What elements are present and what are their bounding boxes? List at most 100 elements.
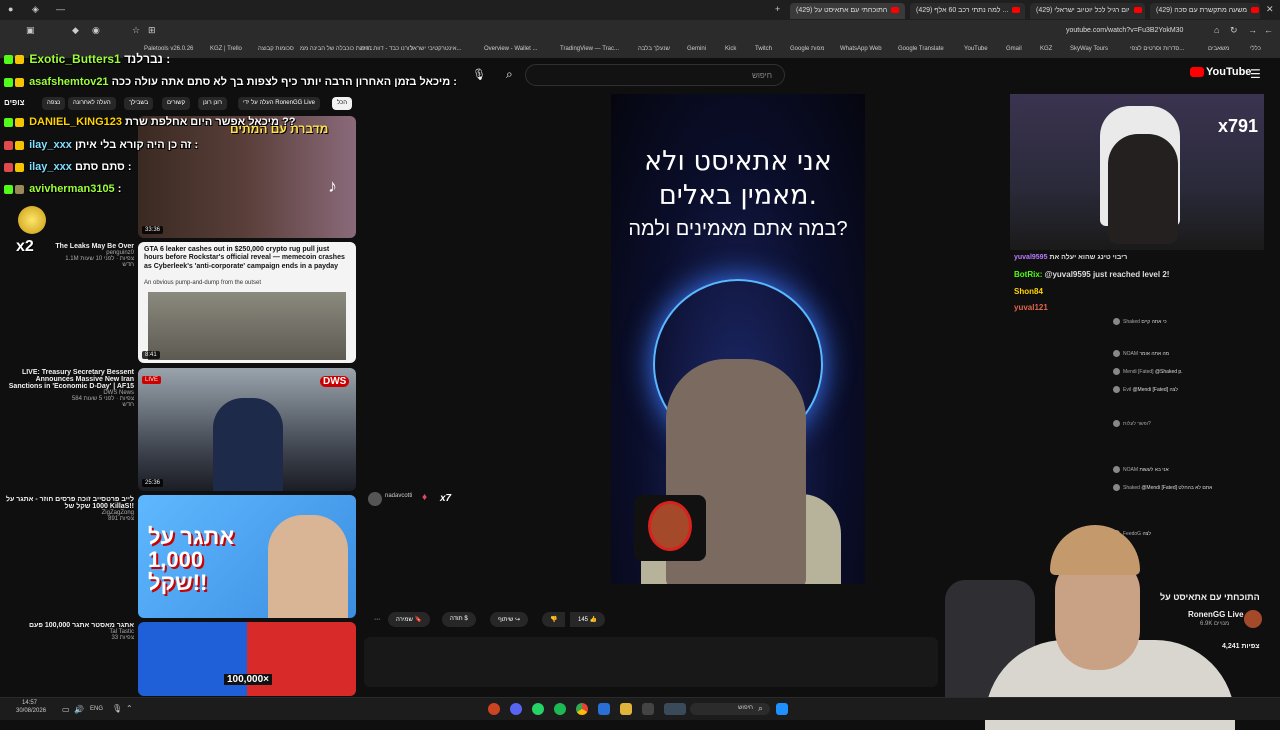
windows-start-icon[interactable] <box>776 703 788 715</box>
overlay-chat-line: avivherman3105 : <box>4 183 121 195</box>
bookmark[interactable]: Gemini <box>687 46 706 52</box>
share-button[interactable]: שיתוף ↪ <box>490 612 528 627</box>
bookmark[interactable]: TradingView — Trac... <box>560 46 619 52</box>
file-explorer-icon[interactable] <box>620 703 632 715</box>
chat-username: yuval9595 <box>1014 254 1048 261</box>
tab-1[interactable]: (429) התוכחתי עם אתאיסט על <box>790 3 905 19</box>
back-icon[interactable]: ← <box>1264 25 1273 35</box>
star-icon[interactable]: ☆ <box>132 25 140 36</box>
more-actions-icon[interactable]: ⋯ <box>366 612 388 627</box>
avatar <box>1113 386 1120 393</box>
recommended-thumbnail-2[interactable]: GTA 6 leaker cashes out in $250,000 cryp… <box>138 242 356 363</box>
extension-icon[interactable]: ▣ <box>26 25 35 36</box>
recommended-thumbnail-5[interactable]: 100,000× <box>138 622 356 696</box>
browser-settings-icon[interactable]: ◈ <box>32 4 39 15</box>
extension-icon[interactable]: ◉ <box>92 25 100 36</box>
bookmark[interactable]: Gmail <box>1006 46 1022 52</box>
recommended-thumbnail-3[interactable]: LIVE DWS 25:36 <box>138 368 356 491</box>
channel-avatar[interactable] <box>1244 610 1262 628</box>
chat-username: NOAM <box>1123 350 1138 357</box>
recommended-meta-4[interactable]: לייב פרטסייב זוכה פרסים חוזר - אתגר על 1… <box>2 496 134 522</box>
youtube-logo[interactable]: YouTube <box>1190 66 1251 78</box>
kick-chat-line: Shon84 <box>1014 287 1043 296</box>
bookmark[interactable]: משאבים <box>1208 46 1229 52</box>
app-icon[interactable] <box>642 703 654 715</box>
bookmark[interactable]: Google מפות <box>790 46 825 52</box>
bookmark[interactable]: KGZ | Trello <box>210 46 242 52</box>
thanks-icon: $ <box>464 616 468 622</box>
new-tab-button[interactable]: + <box>775 4 780 14</box>
app-icon[interactable] <box>598 703 610 715</box>
description-box[interactable] <box>364 637 938 687</box>
chip-recent[interactable]: העלה לאחרונה <box>68 97 116 110</box>
bookmark[interactable]: שנעלך בלבה <box>638 46 670 52</box>
chip-ronen[interactable]: רונן רונן <box>198 97 227 110</box>
youtube-icon <box>1133 7 1142 14</box>
tab-3[interactable]: (429) יום רגיל לכל יוטיוב ישראלי <box>1030 3 1145 19</box>
recommended-thumbnail-4[interactable]: אתגר על 1,000 שקל!! <box>138 495 356 618</box>
discord-icon[interactable] <box>510 703 522 715</box>
streamer-webcam: x791 <box>1010 94 1264 250</box>
tab-4[interactable]: (429) משעה מתקשרת עם סכה <box>1150 3 1260 19</box>
bookmark[interactable]: דורנו כבד - דווח דוייה <box>360 46 413 52</box>
extensions-icon[interactable]: ⊞ <box>148 25 156 36</box>
bookmark[interactable]: סכומות קבוצה <box>258 46 294 52</box>
microphone-icon[interactable]: 🎙 <box>112 704 122 713</box>
sub-badge-icon <box>15 140 24 150</box>
spotify-icon[interactable] <box>554 703 566 715</box>
bookmark[interactable]: כללי <box>1250 46 1261 52</box>
extension-icon[interactable]: ◆ <box>72 25 79 36</box>
search-input[interactable]: חיפוש <box>525 64 785 86</box>
channel-name[interactable]: RonenGG Live <box>1188 610 1244 619</box>
notification-icon[interactable]: ▭ <box>62 705 70 714</box>
chip-for-you[interactable]: בשבילך <box>124 97 154 110</box>
whatsapp-icon[interactable] <box>532 703 544 715</box>
bookmark[interactable]: SkyWay Tours <box>1070 46 1108 52</box>
recommended-thumbnail-1[interactable]: מדברת עם המתים ♪ 33:36 <box>138 116 356 238</box>
recommended-meta-5[interactable]: אתגר מאסטר אתגר 100,000 פעם Tal Tastic 3… <box>2 622 134 641</box>
chip-watched[interactable]: נצפה <box>42 97 66 110</box>
menu-icon[interactable]: ☰ <box>1250 67 1261 81</box>
microphone-icon[interactable]: 🎙 <box>472 68 486 81</box>
browser-menu-icon[interactable]: ● <box>8 4 13 14</box>
app-icon[interactable] <box>488 703 500 715</box>
language-indicator[interactable]: ENG <box>90 706 103 712</box>
save-button[interactable]: שמירה 🔖 <box>388 612 431 627</box>
chrome-icon[interactable] <box>576 703 588 715</box>
volume-icon[interactable]: 🔊 <box>74 705 84 714</box>
bookmark[interactable]: WhatsApp Web <box>840 46 882 52</box>
tab-2[interactable]: (429) למה נתתי רכב 60 אלף ... <box>910 3 1025 19</box>
clock-date[interactable]: 30/08/2026 <box>16 708 46 714</box>
bookmark[interactable]: KGZ <box>1040 46 1052 52</box>
bookmark[interactable]: Google Translate <box>898 46 944 52</box>
thumbnail-title: 100,000× <box>224 674 272 685</box>
bookmark[interactable]: אינטרקטיבי ישראל... <box>410 46 461 52</box>
dislike-button[interactable]: 👎 <box>542 612 566 627</box>
app-icon[interactable] <box>664 703 686 715</box>
bookmark[interactable]: YouTube <box>964 46 988 52</box>
bookmark[interactable]: סדרות וסרטים לצפי... <box>1130 46 1184 52</box>
clock-time[interactable]: 14:57 <box>22 700 37 706</box>
chip-all[interactable]: הכל <box>332 97 353 110</box>
like-button[interactable]: 145 👍 <box>570 612 606 627</box>
duration-badge: 8:41 <box>142 351 160 359</box>
thanks-button[interactable]: תודה $ <box>442 612 476 627</box>
new-badge: חדש <box>122 262 134 268</box>
bookmark[interactable]: Overview - Wallet ... <box>484 46 537 52</box>
forward-icon[interactable]: → <box>1248 25 1257 35</box>
close-window-icon[interactable]: ✕ <box>1266 4 1274 15</box>
minimize-icon[interactable]: — <box>56 4 65 14</box>
bookmark[interactable]: Kick <box>725 46 736 52</box>
avatar <box>1113 420 1120 427</box>
chip-related[interactable]: קשורים <box>162 97 191 110</box>
recommended-meta-3[interactable]: LIVE: Treasury Secretary Bessent Announc… <box>2 369 134 408</box>
search-icon[interactable]: ⌕ <box>506 67 513 82</box>
home-icon[interactable]: ⌂ <box>1214 25 1219 35</box>
chevron-up-icon[interactable]: ⌃ <box>126 704 133 713</box>
chip-uploader[interactable]: העלה על ידי RonenGG Live <box>238 97 320 110</box>
duration-badge: 25:36 <box>142 479 164 487</box>
bookmark[interactable]: Twitch <box>755 46 772 52</box>
reload-icon[interactable]: ↻ <box>1230 25 1238 36</box>
chat-username: Evil <box>1123 386 1132 393</box>
url-field[interactable]: youtube.com/watch?v=Fu3B2YokM30 <box>1066 27 1183 34</box>
